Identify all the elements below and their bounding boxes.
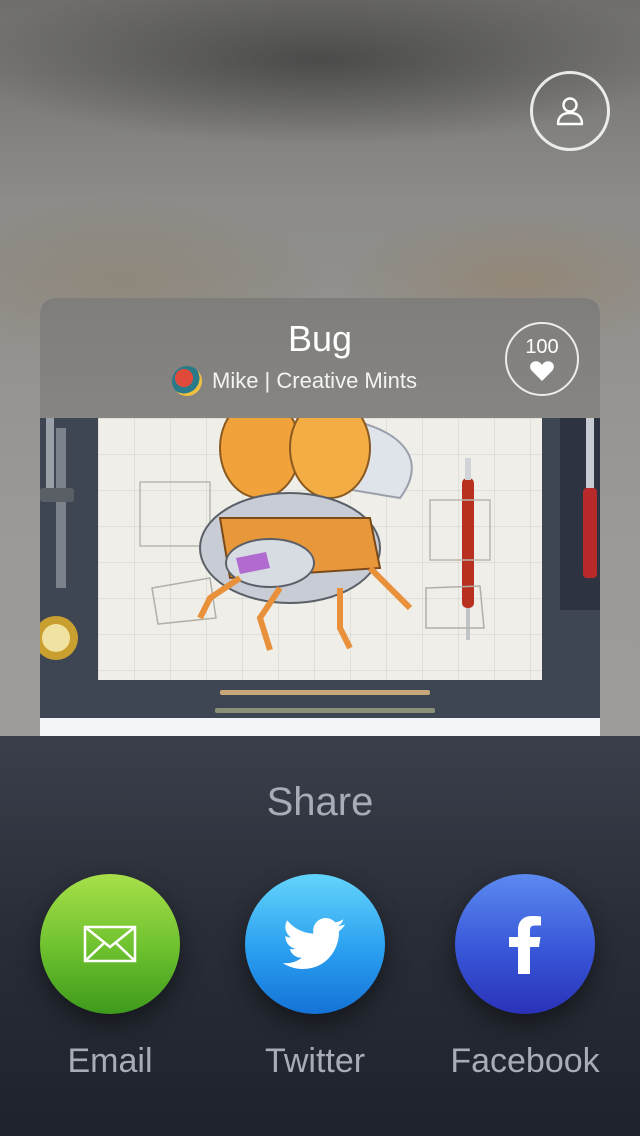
shot-image[interactable] bbox=[40, 418, 600, 718]
author-info[interactable]: Mike | Creative Mints bbox=[172, 366, 417, 396]
avatar bbox=[172, 366, 202, 396]
share-title: Share bbox=[266, 780, 374, 824]
email-share-button[interactable] bbox=[40, 874, 180, 1014]
bug-illustration bbox=[40, 418, 600, 713]
share-sheet: Share Email Twitter Facebook bbox=[0, 736, 640, 1136]
envelope-icon bbox=[83, 925, 137, 963]
author-name: Mike | Creative Mints bbox=[212, 368, 417, 393]
twitter-bird-icon bbox=[283, 918, 346, 969]
profile-button[interactable] bbox=[530, 71, 610, 151]
twitter-share-button[interactable] bbox=[245, 874, 385, 1014]
facebook-f-icon bbox=[509, 916, 541, 974]
twitter-label: Twitter bbox=[264, 1042, 366, 1080]
like-count: 100 bbox=[525, 336, 559, 358]
email-label: Email bbox=[67, 1042, 153, 1080]
shot-card[interactable]: Bug Mike | Creative Mints 100 bbox=[40, 298, 600, 758]
like-button[interactable]: 100 bbox=[505, 322, 579, 396]
heart-icon bbox=[530, 361, 554, 381]
user-icon bbox=[556, 97, 584, 126]
facebook-share-button[interactable] bbox=[455, 874, 595, 1014]
facebook-label: Facebook bbox=[450, 1042, 600, 1080]
card-header: Bug Mike | Creative Mints 100 bbox=[40, 298, 600, 418]
